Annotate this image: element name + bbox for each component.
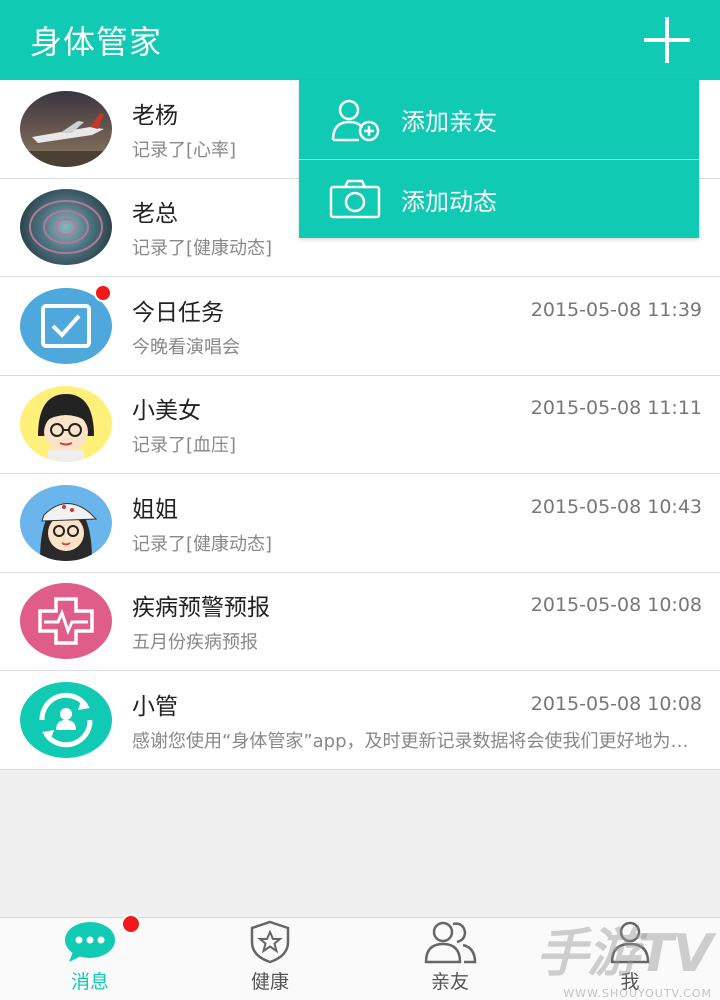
list-item[interactable]: 姐姐 2015-05-08 10:43 记录了[健康动态] xyxy=(0,474,720,573)
contact-name: 今日任务 xyxy=(132,299,224,326)
friends-icon xyxy=(423,920,477,964)
timestamp: 2015-05-08 11:39 xyxy=(530,298,702,321)
avatar xyxy=(20,90,112,167)
contact-name: 姐姐 xyxy=(132,496,178,523)
page-title: 身体管家 xyxy=(30,23,163,61)
menu-item-add-post[interactable]: 添加动态 xyxy=(299,159,699,238)
avatar xyxy=(20,484,112,561)
list-item[interactable]: 今日任务 2015-05-08 11:39 今晚看演唱会 xyxy=(0,277,720,376)
menu-item-label: 添加动态 xyxy=(401,187,497,216)
cartoon-girl-glasses-icon xyxy=(38,394,94,463)
avatar xyxy=(20,681,112,758)
camera-icon xyxy=(329,177,381,221)
shield-star-icon xyxy=(243,920,297,964)
contact-name: 小美女 xyxy=(132,398,201,425)
message-preview: 记录了[健康动态] xyxy=(132,238,273,260)
checkbox-icon xyxy=(41,303,91,348)
add-friend-icon xyxy=(329,98,381,142)
watermark-url: WWW.SHOUYOUTV.COM xyxy=(563,987,712,1000)
unread-badge xyxy=(94,283,112,302)
message-preview: 今晚看演唱会 xyxy=(132,336,240,358)
avatar xyxy=(20,189,112,266)
avatar xyxy=(20,386,112,463)
cartoon-girl-cap-icon xyxy=(40,502,98,561)
add-menu: 添加亲友 添加动态 xyxy=(299,80,699,238)
avatar xyxy=(20,583,112,660)
list-item[interactable]: 小美女 2015-05-08 11:11 记录了[血压] xyxy=(0,376,720,474)
chat-icon xyxy=(63,914,141,964)
airplane-photo-icon xyxy=(20,112,112,167)
list-item[interactable]: 小管 2015-05-08 10:08 感谢您使用“身体管家”app，及时更新记… xyxy=(0,671,720,770)
list-item[interactable]: 疾病预警预报 2015-05-08 10:08 五月份疾病预报 xyxy=(0,573,720,671)
contact-name: 疾病预警预报 xyxy=(132,595,270,622)
tab-health[interactable]: 健康 xyxy=(180,918,360,1000)
app-header: 身体管家 xyxy=(0,0,720,80)
succulent-photo-icon xyxy=(29,200,103,255)
message-preview: 记录了[血压] xyxy=(132,435,237,457)
tab-friends[interactable]: 亲友 xyxy=(360,918,540,1000)
tab-label: 亲友 xyxy=(430,971,469,993)
contact-name: 老杨 xyxy=(132,102,178,129)
timestamp: 2015-05-08 11:11 xyxy=(530,397,702,420)
watermark-logo: 手游TV xyxy=(536,924,713,984)
tab-messages[interactable]: 消息 xyxy=(0,914,180,1000)
timestamp: 2015-05-08 10:08 xyxy=(530,594,702,617)
timestamp: 2015-05-08 10:08 xyxy=(530,692,702,715)
menu-item-add-friend[interactable]: 添加亲友 xyxy=(299,80,699,159)
contact-name: 小管 xyxy=(132,693,178,720)
contact-name: 老总 xyxy=(132,201,178,228)
message-preview: 记录了[健康动态] xyxy=(132,533,273,555)
message-preview: 五月份疾病预报 xyxy=(132,632,258,654)
tab-label: 消息 xyxy=(70,971,109,993)
tab-label: 健康 xyxy=(250,971,289,993)
message-preview: 感谢您使用“身体管家”app，及时更新记录数据将会使我们更好地为您服务 xyxy=(132,730,702,752)
plus-icon[interactable] xyxy=(642,15,692,65)
medical-cross-icon xyxy=(38,597,94,645)
assistant-icon xyxy=(39,692,93,747)
avatar xyxy=(20,283,112,364)
timestamp: 2015-05-08 10:43 xyxy=(530,495,702,518)
unread-badge xyxy=(121,914,141,934)
menu-item-label: 添加亲友 xyxy=(401,108,497,136)
